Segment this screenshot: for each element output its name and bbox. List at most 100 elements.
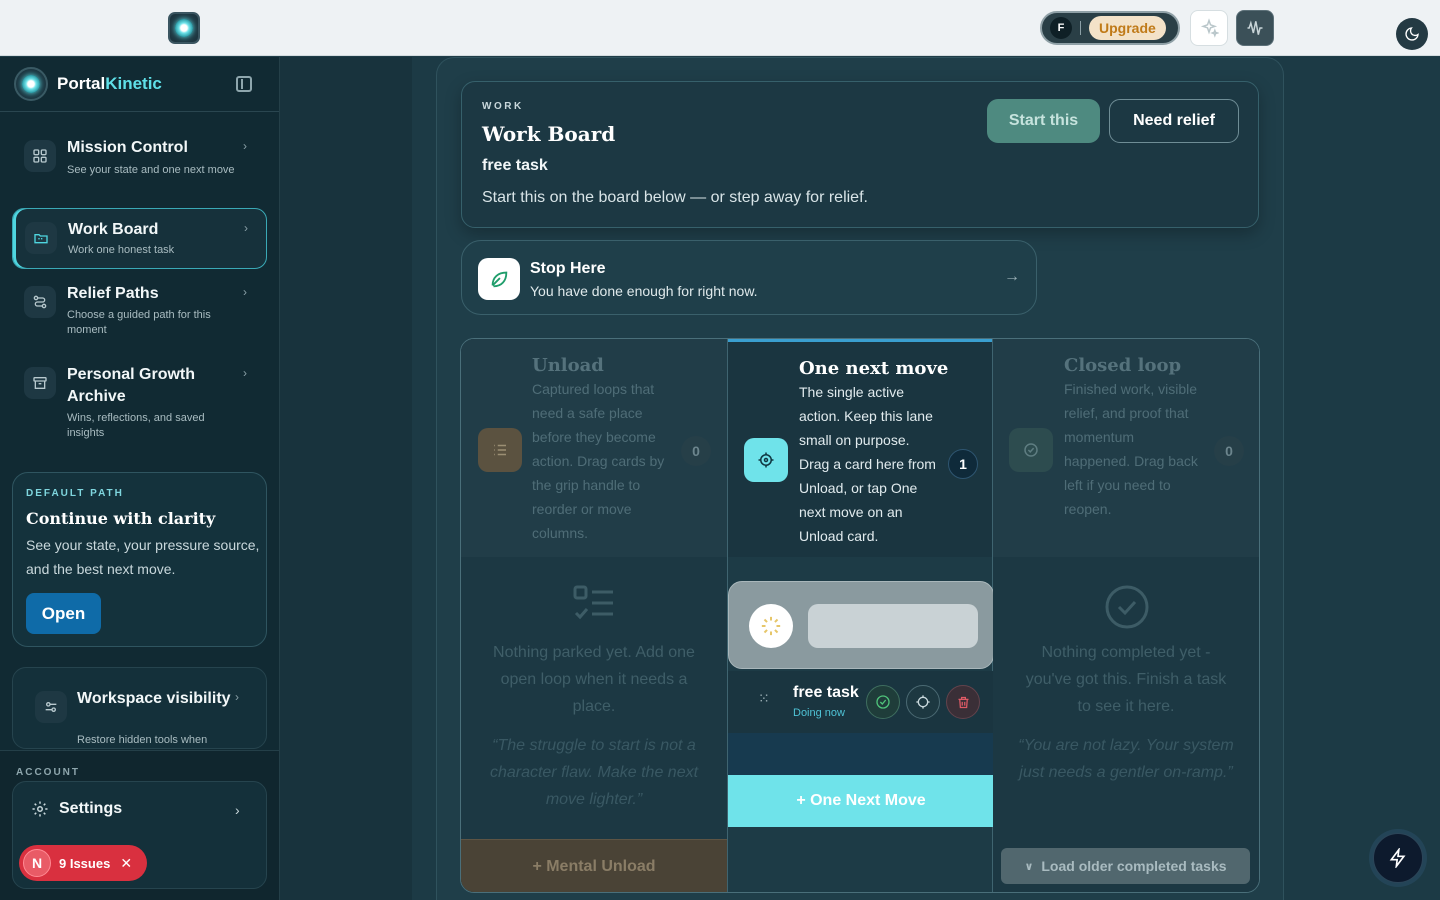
checklist-icon — [573, 585, 613, 620]
delete-task-button[interactable] — [946, 685, 980, 719]
brand-name-second: Kinetic — [105, 74, 162, 93]
open-button[interactable]: Open — [26, 593, 101, 634]
stop-here-card[interactable]: Stop Here You have done enough for right… — [461, 240, 1037, 315]
sidebar-item-work-board[interactable]: Work Board Work one honest task › — [12, 208, 267, 269]
column-closed-loop: Closed loop Finished work, visible relie… — [993, 339, 1259, 892]
paths-icon — [24, 286, 56, 318]
loading-spinner-icon — [749, 604, 793, 648]
skeleton-bar — [808, 604, 978, 648]
stop-here-subtitle: You have done enough for right now. — [530, 283, 758, 299]
sidebar-item-title: Work Board — [68, 221, 159, 238]
settings-row[interactable]: Settings — [31, 800, 122, 818]
column-title: Closed loop — [1064, 355, 1182, 376]
default-path-label: DEFAULT PATH — [26, 488, 124, 499]
sparkle-button[interactable] — [1190, 10, 1228, 46]
quick-action-button[interactable] — [1373, 833, 1423, 883]
folder-icon — [25, 222, 57, 254]
sidebar-item-relief-paths[interactable]: Relief Paths Choose a guided path for th… — [12, 273, 267, 351]
divider — [0, 111, 279, 112]
orb-icon — [175, 19, 193, 37]
arrow-right-icon: → — [1004, 268, 1020, 285]
trash-icon — [958, 696, 968, 708]
default-path-title: Continue with clarity — [26, 509, 216, 528]
chevron-right-icon: › — [235, 690, 239, 704]
theme-toggle-button[interactable] — [1396, 18, 1428, 50]
drag-handle-icon[interactable]: ⁙ — [758, 691, 770, 705]
add-next-move-button[interactable]: + One Next Move — [728, 775, 994, 827]
empty-state-text: Nothing parked yet. Add one open loop wh… — [493, 644, 695, 715]
complete-task-button[interactable] — [866, 685, 900, 719]
sidebar-item-title: Mission Control — [67, 139, 188, 156]
load-older-button[interactable]: ∨ Load older completed tasks — [1001, 848, 1250, 884]
drop-area[interactable] — [728, 733, 994, 775]
issues-initial: N — [23, 849, 51, 877]
chevron-right-icon: › — [244, 221, 248, 235]
empty-state-text: Nothing completed yet - you've got this.… — [1025, 644, 1227, 715]
avatar[interactable]: F — [1050, 17, 1072, 39]
workspace-visibility-card[interactable]: Workspace visibility Restore hidden tool… — [12, 667, 267, 749]
default-path-description: See your state, your pressure source, an… — [26, 537, 260, 577]
account-label: ACCOUNT — [16, 767, 80, 778]
stop-here-title: Stop Here — [530, 260, 606, 277]
list-icon — [478, 428, 522, 472]
brand-name-first: Portal — [57, 74, 106, 93]
archive-icon — [24, 367, 56, 399]
column-count: 1 — [948, 449, 978, 479]
kanban-board: Unload Captured loops that need a safe p… — [460, 338, 1260, 893]
page-title: Work Board — [482, 122, 616, 146]
target-icon — [744, 438, 788, 482]
column-next-move: One next move The single active action. … — [727, 339, 994, 892]
orb-icon — [22, 75, 40, 93]
sidebar-item-mission-control[interactable]: Mission Control See your state and one n… — [12, 127, 267, 203]
check-circle-icon — [1009, 428, 1053, 472]
brand-name: PortalKinetic — [57, 74, 162, 94]
drop-zone-placeholder[interactable] — [728, 581, 994, 669]
check-circle-icon — [1105, 585, 1149, 629]
issues-badge[interactable]: N 9 Issues ✕ — [19, 845, 147, 881]
column-quote: “You are not lazy. Your system just need… — [1018, 737, 1234, 781]
sparkle-icon — [1200, 18, 1219, 38]
sidebar-item-subtitle: Wins, reflections, and saved insights — [67, 412, 205, 439]
waveform-icon — [1247, 20, 1263, 35]
column-quote: “The struggle to start is not a characte… — [489, 737, 699, 808]
app-logo-button[interactable] — [168, 12, 200, 44]
focus-task-button[interactable] — [906, 685, 940, 719]
close-icon[interactable]: ✕ — [120, 855, 132, 872]
sidebar-item-subtitle: See your state and one next move — [67, 164, 235, 176]
work-board-header: WORK Work Board free task Start this on … — [461, 81, 1259, 228]
grid-icon — [24, 140, 56, 172]
sidebar-item-subtitle: Work one honest task — [68, 244, 175, 256]
task-card[interactable]: ⁙ free task Doing now — [728, 671, 994, 733]
chevron-right-icon: › — [235, 802, 240, 818]
need-relief-button[interactable]: Need relief — [1109, 99, 1239, 143]
column-header: One next move The single active action. … — [728, 339, 992, 557]
check-circle-icon — [876, 695, 890, 709]
target-icon — [916, 695, 930, 709]
mental-unload-button[interactable]: + Mental Unload — [461, 839, 727, 892]
start-this-button[interactable]: Start this — [987, 99, 1100, 143]
settings-card[interactable]: Settings › N 9 Issues ✕ — [12, 781, 267, 889]
header-description: Start this on the board below — or step … — [482, 189, 868, 206]
sidebar-item-subtitle: Choose a guided path for this moment — [67, 309, 211, 336]
sidebar-collapse-icon[interactable] — [236, 76, 252, 92]
current-task-name: free task — [482, 157, 548, 174]
sidebar: PortalKinetic Mission Control See your s… — [0, 57, 280, 900]
chevron-right-icon: › — [243, 285, 247, 299]
column-title: Unload — [532, 355, 604, 376]
leaf-icon — [478, 258, 520, 300]
brand[interactable]: PortalKinetic — [14, 67, 162, 101]
workspace-title: Workspace visibility — [77, 690, 231, 707]
issues-label: 9 Issues — [59, 855, 111, 871]
task-name: free task — [793, 684, 859, 701]
task-status: Doing now — [793, 707, 845, 719]
upgrade-button[interactable]: Upgrade — [1089, 16, 1166, 40]
column-header: Unload Captured loops that need a safe p… — [461, 339, 727, 557]
waveform-button[interactable] — [1236, 10, 1274, 46]
account-section: ACCOUNT Settings › N 9 Issues ✕ — [0, 750, 279, 900]
default-path-card: DEFAULT PATH Continue with clarity See y… — [12, 472, 267, 647]
column-header: Closed loop Finished work, visible relie… — [993, 339, 1259, 557]
account-pill[interactable]: F Upgrade — [1040, 11, 1180, 45]
sidebar-item-growth-archive[interactable]: Personal Growth Archive Wins, reflection… — [12, 354, 267, 454]
chevron-down-icon: ∨ — [1024, 860, 1034, 873]
header-eyebrow: WORK — [482, 101, 524, 112]
